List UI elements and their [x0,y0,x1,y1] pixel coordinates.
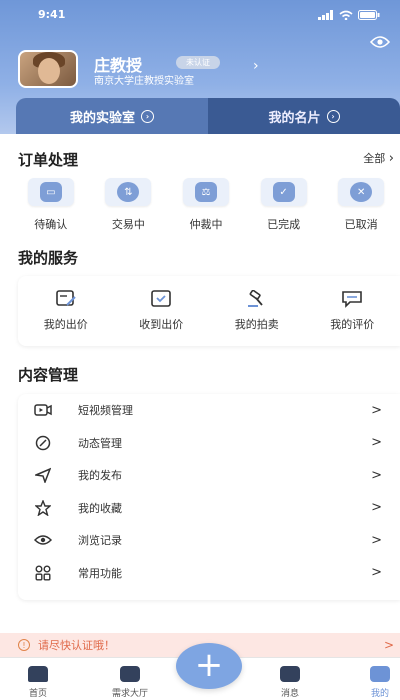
tab-mine-label: 我的 [370,689,389,699]
chevron-right-icon: > [371,467,382,483]
chevron-right-icon: > [383,638,394,652]
chevron-right-icon: > [371,435,382,451]
home-icon [28,666,48,682]
service-my-auctions-label: 我的拍卖 [234,318,279,331]
orders-row: ▭ 待确认 ⇅ 交易中 ⚖ 仲裁中 ✓ 已完成 ✕ 已取消 [12,178,400,232]
orders-all-link[interactable]: 全部 › [363,150,394,166]
order-arbitration[interactable]: ⚖ 仲裁中 [167,178,245,232]
list-item-my-posts[interactable]: 我的发布 > [18,459,400,492]
verification-badge: 未认证 [176,56,220,69]
tab-mine[interactable]: 我的 [350,658,400,699]
chevron-right-icon: > [371,565,382,581]
eye-icon[interactable] [369,34,391,53]
chevron-right-icon[interactable]: › [253,58,259,74]
battery-icon [358,10,380,20]
tab-home[interactable]: 首页 [8,658,68,699]
tab-demand-hall-label: 需求大厅 [111,689,148,699]
notice-text: 请尽快认证哦！ [38,639,115,652]
arrow-circle-icon: › [141,109,154,123]
service-my-reviews[interactable]: 我的评价 [305,276,400,346]
video-icon [34,404,52,416]
service-my-bids[interactable]: 我的出价 [18,276,114,346]
arrow-circle-icon: › [326,109,340,123]
order-pending-label: 待确认 [34,218,68,231]
list-item-label: 动态管理 [78,436,122,450]
comment-icon [342,291,363,308]
order-completed-label: 已完成 [267,218,301,231]
order-completed[interactable]: ✓ 已完成 [245,178,323,232]
list-item-history[interactable]: 浏览记录 > [18,524,400,557]
user-icon [370,666,390,682]
list-item-short-video[interactable]: 短视频管理 > [18,394,400,427]
profile-header: 9:41 庄教授 未认证 南京大学庄教授实验室 › 我的实验室 › 我的名片 › [0,0,400,140]
order-cancelled[interactable]: ✕ 已取消 [322,178,400,232]
order-trading-label: 交易中 [111,218,145,231]
chevron-right-icon: > [371,500,382,516]
wallet-icon: ▭ [39,182,62,202]
service-my-reviews-label: 我的评价 [330,318,375,331]
avatar[interactable] [18,50,78,88]
grid-icon [35,565,51,581]
auction-hammer-icon [247,290,263,307]
service-received-bids-label: 收到出价 [139,318,184,331]
order-arbitration-label: 仲裁中 [189,218,223,231]
cancel-icon: ✕ [350,182,373,202]
star-icon [35,499,51,516]
my-card-label: 我的名片 [268,110,321,126]
check-clipboard-icon: ✓ [272,182,295,202]
order-trading[interactable]: ⇅ 交易中 [90,178,168,232]
tab-demand-hall[interactable]: 需求大厅 [100,658,160,699]
profile-lab: 南京大学庄教授实验室 [94,76,194,87]
my-card-card[interactable]: 我的名片 › [208,98,400,134]
list-item-label: 我的收藏 [78,501,122,515]
status-icons [318,10,380,20]
status-time: 9:41 [38,8,66,21]
order-pending[interactable]: ▭ 待确认 [12,178,90,232]
exchange-icon: ⇅ [117,182,140,202]
content-list: 短视频管理 > 动态管理 > 我的发布 > 我的收藏 > 浏览记录 > 常用功能… [18,394,400,600]
order-cancelled-label: 已取消 [344,218,378,231]
orders-all-label: 全部 [363,152,386,165]
chat-icon [280,666,300,682]
status-bar: 9:41 [38,8,380,24]
shopping-bag-icon [120,666,140,682]
service-my-auctions[interactable]: 我的拍卖 [209,276,305,346]
alert-icon: ! [18,639,30,651]
tab-home-label: 首页 [28,689,47,699]
bid-edit-icon [55,290,76,306]
compass-icon [35,435,51,450]
gavel-icon: ⚖ [194,182,217,202]
orders-title: 订单处理 [18,151,79,169]
chevron-right-icon: > [371,402,382,418]
services-panel: 我的出价 收到出价 我的拍卖 我的评价 [18,276,400,346]
chevron-right-icon: > [371,532,382,548]
profile-cards: 我的实验室 › 我的名片 › [16,98,400,134]
wifi-icon [339,10,353,20]
tab-messages-label: 消息 [280,689,299,699]
list-item-label: 短视频管理 [78,404,133,418]
list-item-common-functions[interactable]: 常用功能 > [18,557,400,590]
my-lab-label: 我的实验室 [69,110,135,126]
list-item-favorites[interactable]: 我的收藏 > [18,492,400,525]
services-title: 我的服务 [18,249,79,267]
list-item-label: 我的发布 [78,469,122,483]
my-lab-card[interactable]: 我的实验室 › [16,98,208,134]
eye-icon [34,535,52,545]
chevron-right-icon: › [388,151,394,166]
list-item-label: 浏览记录 [78,534,122,548]
content-title: 内容管理 [18,366,79,384]
add-button[interactable]: + [176,643,242,689]
tab-messages[interactable]: 消息 [260,658,320,699]
inbox-check-icon [151,290,172,307]
service-my-bids-label: 我的出价 [43,318,88,331]
list-item-label: 常用功能 [78,566,122,580]
list-item-dynamics[interactable]: 动态管理 > [18,427,400,460]
service-received-bids[interactable]: 收到出价 [114,276,210,346]
send-icon [35,468,51,484]
signal-icon [318,10,333,20]
